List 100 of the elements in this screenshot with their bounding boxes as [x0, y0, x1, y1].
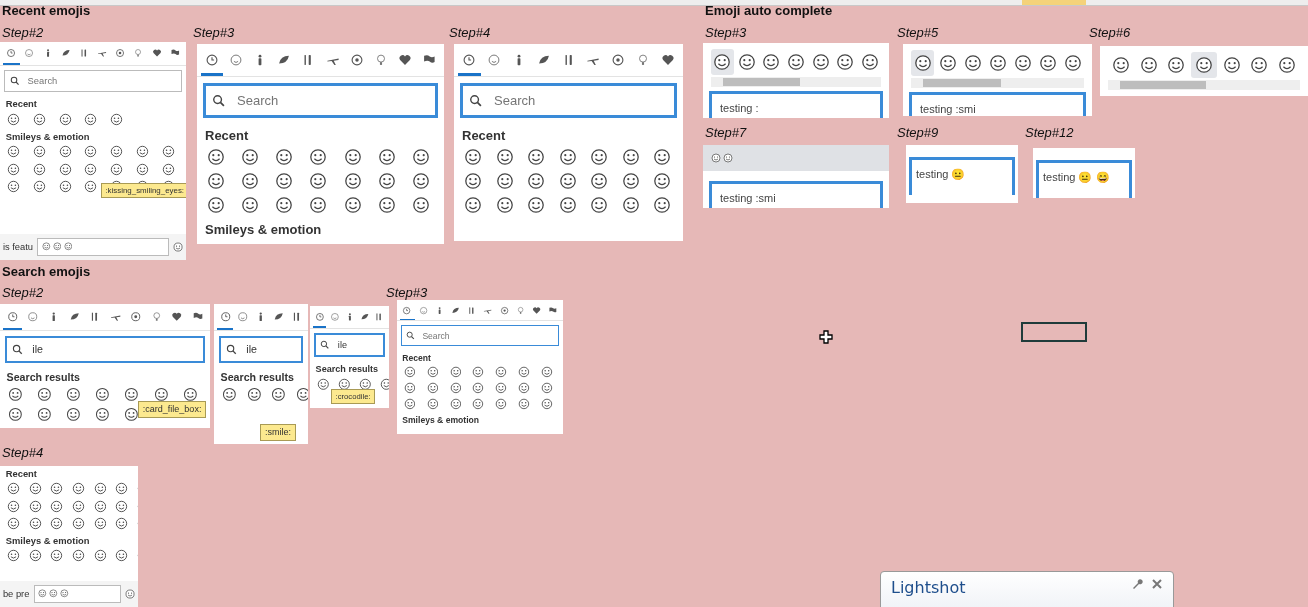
emoji-icon[interactable]: [37, 387, 52, 403]
emoji-icon[interactable]: [449, 382, 462, 394]
emoji-icon[interactable]: [241, 172, 260, 190]
emoji-icon[interactable]: [58, 179, 72, 193]
emoji-icon[interactable]: [207, 172, 225, 190]
emoji-icon[interactable]: [653, 196, 672, 214]
search-field[interactable]: Search: [400, 325, 560, 347]
emoji-icon[interactable]: [358, 377, 372, 391]
emoji-icon[interactable]: [71, 499, 85, 513]
emoji-icon[interactable]: [309, 148, 328, 166]
emoji-icon[interactable]: [379, 377, 389, 391]
emoji-icon[interactable]: [518, 366, 531, 379]
emoji-icon[interactable]: [115, 482, 129, 496]
emoji-icon[interactable]: [84, 162, 98, 176]
emoji-icon[interactable]: [343, 196, 362, 214]
emoji-icon[interactable]: [449, 397, 462, 410]
emoji-icon[interactable]: [377, 196, 396, 214]
emoji-icon[interactable]: [161, 145, 175, 159]
emoji-icon[interactable]: [411, 196, 430, 214]
emoji-icon[interactable]: [7, 179, 21, 193]
emoji-icon[interactable]: [222, 387, 237, 403]
emoji-icon[interactable]: [275, 172, 294, 190]
emoji-icon[interactable]: [472, 397, 485, 410]
message-field[interactable]: testing :smi: [909, 92, 1086, 116]
emoji-icon[interactable]: [495, 397, 508, 410]
emoji-icon[interactable]: [426, 397, 439, 410]
emoji-icon[interactable]: [527, 196, 546, 214]
emoji-button-icon[interactable]: [125, 588, 136, 599]
emoji-icon[interactable]: [28, 549, 42, 563]
search-input[interactable]: Search: [22, 71, 181, 92]
emoji-icon[interactable]: [66, 407, 82, 422]
emoji-icon[interactable]: [50, 482, 64, 496]
emoji-icon[interactable]: [426, 366, 439, 379]
emoji-icon[interactable]: [115, 549, 129, 563]
message-field[interactable]: testing :smi: [709, 181, 883, 208]
emoji-icon[interactable]: [377, 148, 396, 166]
emoji-icon[interactable]: [71, 482, 85, 496]
emoji-icon[interactable]: [464, 172, 482, 190]
emoji-icon[interactable]: [28, 517, 42, 530]
emoji-icon[interactable]: [110, 162, 124, 176]
emoji-icon[interactable]: [8, 407, 23, 422]
scrollbar[interactable]: [711, 77, 881, 87]
emoji-icon[interactable]: [161, 162, 175, 176]
emoji-icon[interactable]: [7, 113, 21, 126]
emoji-icon[interactable]: [653, 148, 672, 166]
emoji-icon[interactable]: [124, 387, 140, 403]
emoji-icon[interactable]: [37, 407, 52, 422]
emoji-icon[interactable]: [541, 366, 554, 379]
emoji-icon[interactable]: [241, 148, 260, 166]
emoji-icon[interactable]: [124, 407, 140, 422]
emoji-icon[interactable]: [7, 162, 21, 176]
emoji-icon[interactable]: [50, 499, 64, 513]
emoji-icon[interactable]: [621, 172, 640, 190]
emoji-icon[interactable]: [28, 482, 42, 496]
emoji-icon[interactable]: [723, 153, 733, 163]
message-field[interactable]: testing :: [709, 91, 883, 118]
emoji-icon[interactable]: [50, 549, 64, 563]
emoji-icon[interactable]: [8, 387, 23, 403]
emoji-icon[interactable]: [66, 387, 82, 403]
search-field[interactable]: ile: [314, 333, 385, 358]
emoji-icon[interactable]: [317, 377, 330, 391]
wrench-icon[interactable]: [1131, 578, 1143, 590]
emoji-icon[interactable]: [590, 148, 609, 166]
search-input[interactable]: Search: [230, 86, 435, 115]
emoji-icon[interactable]: [275, 196, 294, 214]
emoji-icon[interactable]: [343, 172, 362, 190]
emoji-icon[interactable]: [95, 407, 111, 422]
search-input[interactable]: Search: [487, 86, 674, 115]
search-field[interactable]: Search: [4, 70, 182, 93]
emoji-icon[interactable]: [558, 148, 577, 166]
emoji-icon[interactable]: [115, 499, 129, 513]
emoji-icon[interactable]: [7, 517, 21, 530]
emoji-icon[interactable]: [527, 172, 546, 190]
emoji-icon[interactable]: [207, 148, 225, 166]
emoji-icon[interactable]: [115, 517, 129, 530]
emoji-icon[interactable]: [7, 145, 21, 159]
scrollbar[interactable]: [911, 78, 1084, 88]
emoji-icon[interactable]: [377, 172, 396, 190]
emoji-icon[interactable]: [110, 113, 124, 126]
emoji-icon[interactable]: [7, 549, 21, 563]
emoji-icon[interactable]: [275, 148, 294, 166]
emoji-icon[interactable]: [472, 366, 485, 379]
emoji-icon[interactable]: [309, 172, 328, 190]
emoji-button-icon[interactable]: [173, 241, 184, 252]
emoji-icon[interactable]: [621, 148, 640, 166]
emoji-icon[interactable]: [84, 179, 98, 193]
emoji-icon[interactable]: [464, 196, 482, 214]
emoji-icon[interactable]: [590, 172, 609, 190]
emoji-icon[interactable]: [241, 196, 260, 214]
search-field[interactable]: Search: [203, 83, 438, 118]
emoji-icon[interactable]: [271, 387, 287, 403]
emoji-icon[interactable]: [95, 387, 111, 403]
emoji-icon[interactable]: [32, 145, 46, 159]
emoji-icon[interactable]: [58, 145, 72, 159]
emoji-icon[interactable]: [558, 196, 577, 214]
emoji-icon[interactable]: [32, 113, 46, 126]
emoji-icon[interactable]: [590, 196, 609, 214]
search-input[interactable]: Search: [417, 326, 559, 346]
emoji-icon[interactable]: [403, 382, 416, 394]
emoji-icon[interactable]: [472, 382, 485, 394]
